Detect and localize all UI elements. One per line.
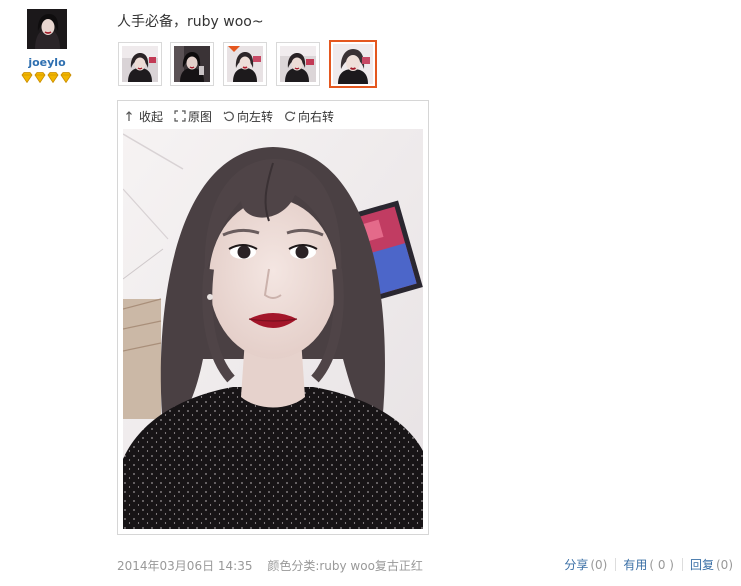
rotate-left-label: 向左转 <box>237 109 274 124</box>
share-label: 分享 <box>564 558 589 572</box>
original-image-label: 原图 <box>188 109 213 124</box>
username[interactable]: joeylo <box>20 56 74 69</box>
reply-label: 回复 <box>689 558 714 572</box>
thumbnail-1[interactable] <box>118 42 162 86</box>
fullscreen-icon <box>174 110 186 122</box>
original-image-button[interactable]: 原图 <box>174 108 212 125</box>
image-viewer: 收起 原图 向左转 向右转 <box>117 100 429 535</box>
reply-count: (0) <box>716 557 733 572</box>
post-meta: 2014年03月06日 14:35 颜色分类:ruby woo复古正红 <box>117 557 423 574</box>
useful-label: 有用 <box>623 558 648 572</box>
share-count: (0) <box>590 557 608 572</box>
reply-button[interactable]: 回复 (0) <box>690 556 733 573</box>
divider <box>681 558 683 571</box>
thumbnail-4[interactable] <box>276 42 320 86</box>
useful-count: ( 0 ) <box>649 557 674 572</box>
post-time: 2014年03月06日 14:35 <box>117 559 253 573</box>
thumbnail-2[interactable] <box>170 42 214 86</box>
rotate-left-button[interactable]: 向左转 <box>223 108 273 125</box>
post-text: 人手必备，ruby woo~ <box>117 14 264 30</box>
collapse-label: 收起 <box>139 109 164 124</box>
rotate-left-icon <box>223 110 235 122</box>
collapse-button[interactable]: 收起 <box>125 108 163 125</box>
collapse-icon <box>125 110 137 122</box>
avatar[interactable] <box>27 9 67 49</box>
useful-button[interactable]: 有用 ( 0 ) <box>623 556 674 573</box>
thumbnail-5-selected[interactable] <box>329 40 377 88</box>
rotate-right-icon <box>284 110 296 122</box>
selected-thumbnail-arrow <box>228 46 240 52</box>
review-post: joeylo 人手必备，ruby woo~ 收起 原图 向左转 向右转 2014… <box>0 0 741 586</box>
diamond-icon <box>47 72 59 83</box>
review-photo[interactable] <box>123 129 423 529</box>
rotate-right-button[interactable]: 向右转 <box>284 108 334 125</box>
diamond-icon <box>60 72 72 83</box>
diamond-icon <box>21 72 33 83</box>
viewer-toolbar: 收起 原图 向左转 向右转 <box>125 108 345 124</box>
share-button[interactable]: 分享 (0) <box>564 556 607 573</box>
post-actions: 分享 (0) 有用 ( 0 ) 回复 (0) <box>564 556 733 573</box>
diamond-icon <box>34 72 46 83</box>
rotate-right-label: 向右转 <box>298 109 335 124</box>
user-rank <box>21 72 72 83</box>
divider <box>615 558 617 571</box>
color-category: 颜色分类:ruby woo复古正红 <box>267 559 423 573</box>
